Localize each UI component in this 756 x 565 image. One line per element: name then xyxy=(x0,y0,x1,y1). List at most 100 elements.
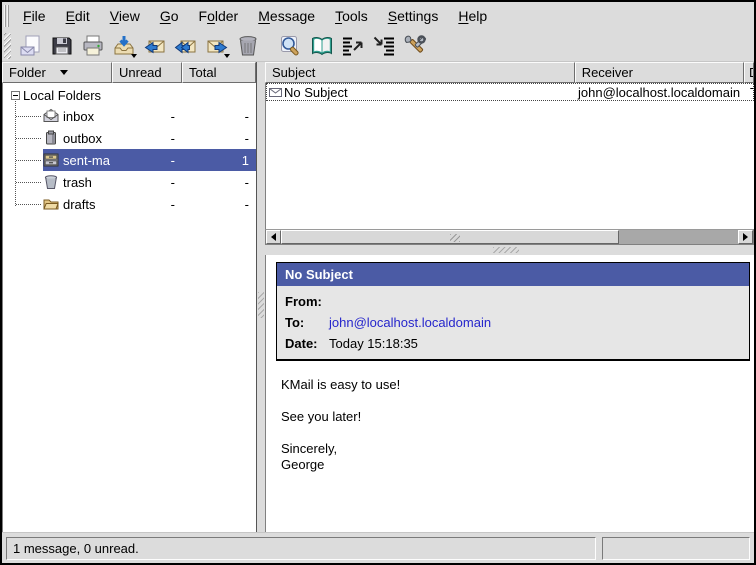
tree-branch-line xyxy=(16,116,41,117)
menu-tools[interactable]: Tools xyxy=(325,5,378,27)
header-field-date: Date:Today 15:18:35 xyxy=(277,333,749,359)
menu-help[interactable]: Help xyxy=(448,5,497,27)
print-icon xyxy=(81,34,105,58)
address-book-button[interactable] xyxy=(306,31,337,61)
sort-descending-icon xyxy=(60,70,68,75)
tree-indent xyxy=(3,171,43,193)
folder-name: outbox xyxy=(63,131,113,146)
new-message-icon xyxy=(19,34,43,58)
subject-column-label: Subject xyxy=(272,65,315,80)
folder-name: trash xyxy=(63,175,113,190)
body-line: KMail is easy to use! xyxy=(281,377,754,393)
message-body: KMail is easy to use! See you later! Sin… xyxy=(276,377,754,473)
tree-branch-line xyxy=(16,182,41,183)
tree-branch-line xyxy=(16,138,41,139)
folder-unread-count: - xyxy=(113,109,183,124)
scrollbar-thumb[interactable] xyxy=(281,230,619,244)
address-book-icon xyxy=(310,34,334,58)
folder-row-inbox[interactable]: inbox-- xyxy=(3,105,256,127)
check-mail-button[interactable] xyxy=(108,31,139,61)
date-column-header[interactable]: Date xyxy=(744,62,754,83)
forward-button[interactable] xyxy=(201,31,232,61)
list-out-icon xyxy=(341,34,365,58)
folder-rows: inbox--outbox--sent-ma-1trash--drafts-- xyxy=(3,105,256,215)
scroll-right-button[interactable] xyxy=(738,230,753,244)
menubar-grip-handle[interactable] xyxy=(4,5,9,27)
print-button[interactable] xyxy=(77,31,108,61)
status-bar: 1 message, 0 unread. xyxy=(2,532,754,563)
trash-folder-icon xyxy=(43,174,59,190)
reply-button[interactable] xyxy=(139,31,170,61)
new-message-button[interactable] xyxy=(15,31,46,61)
subject-column-header[interactable]: Subject xyxy=(265,62,575,83)
save-button[interactable] xyxy=(46,31,77,61)
folder-row-trash[interactable]: trash-- xyxy=(3,171,256,193)
field-label: From: xyxy=(285,293,329,310)
folder-row-content: sent-ma-1 xyxy=(43,149,256,171)
body-line: Sincerely, xyxy=(281,441,754,457)
message-list-hscrollbar xyxy=(265,229,754,245)
message-subject: No Subject xyxy=(284,85,577,100)
arrow-right-icon xyxy=(743,233,748,241)
reply-all-button[interactable] xyxy=(170,31,201,61)
receiver-column-header[interactable]: Receiver xyxy=(575,62,744,83)
menu-file[interactable]: File xyxy=(13,5,56,27)
message-list-header: Subject Receiver Date xyxy=(265,62,754,83)
horizontal-pane-splitter[interactable] xyxy=(265,245,754,255)
menu-folder[interactable]: Folder xyxy=(189,5,249,27)
sent-ma-folder-icon xyxy=(43,152,59,168)
configure-button[interactable] xyxy=(399,31,430,61)
tree-indent xyxy=(3,193,43,215)
folder-row-drafts[interactable]: drafts-- xyxy=(3,193,256,215)
splitter-grip-icon xyxy=(258,292,264,318)
message-list: No Subjectjohn@localhost.localdomainToda… xyxy=(265,83,754,229)
status-message-panel: 1 message, 0 unread. xyxy=(6,537,596,560)
folder-name: drafts xyxy=(63,197,113,212)
toolbar-grip-handle[interactable] xyxy=(4,33,11,59)
header-field-to: To:john@localhost.localdomain xyxy=(277,312,749,333)
menu-go[interactable]: Go xyxy=(150,5,189,27)
folder-row-content: trash-- xyxy=(43,171,256,193)
menu-edit[interactable]: Edit xyxy=(56,5,100,27)
email-address-link[interactable]: john@localhost.localdomain xyxy=(329,314,491,331)
outbox-folder-icon xyxy=(43,130,59,146)
scroll-left-button[interactable] xyxy=(266,230,281,244)
folder-column-header[interactable]: Folder xyxy=(2,62,112,83)
folder-total-count: - xyxy=(183,131,256,146)
apply-filters-button[interactable] xyxy=(368,31,399,61)
toolbar xyxy=(2,30,754,62)
main-area: Folder Unread Total Local Folders inbox-… xyxy=(2,62,754,532)
tree-indent xyxy=(3,127,43,149)
field-label: Date: xyxy=(285,335,329,352)
total-column-header[interactable]: Total xyxy=(182,62,256,83)
status-text: 1 message, 0 unread. xyxy=(13,541,139,556)
mark-message-button[interactable] xyxy=(337,31,368,61)
scrollbar-track[interactable] xyxy=(619,230,738,244)
menu-settings[interactable]: Settings xyxy=(378,5,449,27)
folder-row-outbox[interactable]: outbox-- xyxy=(3,127,256,149)
vertical-pane-splitter[interactable] xyxy=(257,62,265,532)
header-field-from: From: xyxy=(277,286,749,312)
delete-button[interactable] xyxy=(232,31,263,61)
folder-row-sent-ma[interactable]: sent-ma-1 xyxy=(3,149,256,171)
folder-unread-count: - xyxy=(113,153,183,168)
message-row[interactable]: No Subjectjohn@localhost.localdomainToda… xyxy=(266,83,754,101)
right-panes: Subject Receiver Date No Subjectjohn@loc… xyxy=(265,62,754,532)
folder-unread-count: - xyxy=(113,197,183,212)
folder-root-local-folders[interactable]: Local Folders xyxy=(3,85,256,105)
tree-indent xyxy=(3,149,43,171)
arrow-left-icon xyxy=(271,233,276,241)
collapse-expander-icon[interactable] xyxy=(11,91,20,100)
body-line xyxy=(281,425,754,441)
menu-view[interactable]: View xyxy=(100,5,150,27)
message-date: Today 15:18:35 xyxy=(747,85,753,100)
message-header-box: No Subject From:To:john@localhost.locald… xyxy=(276,262,750,361)
field-label: To: xyxy=(285,314,329,331)
list-in-icon xyxy=(372,34,396,58)
menu-message[interactable]: Message xyxy=(248,5,325,27)
trash-icon xyxy=(236,34,260,58)
message-envelope-icon xyxy=(267,88,284,97)
find-messages-button[interactable] xyxy=(275,31,306,61)
folder-unread-count: - xyxy=(113,131,183,146)
unread-column-header[interactable]: Unread xyxy=(112,62,182,83)
